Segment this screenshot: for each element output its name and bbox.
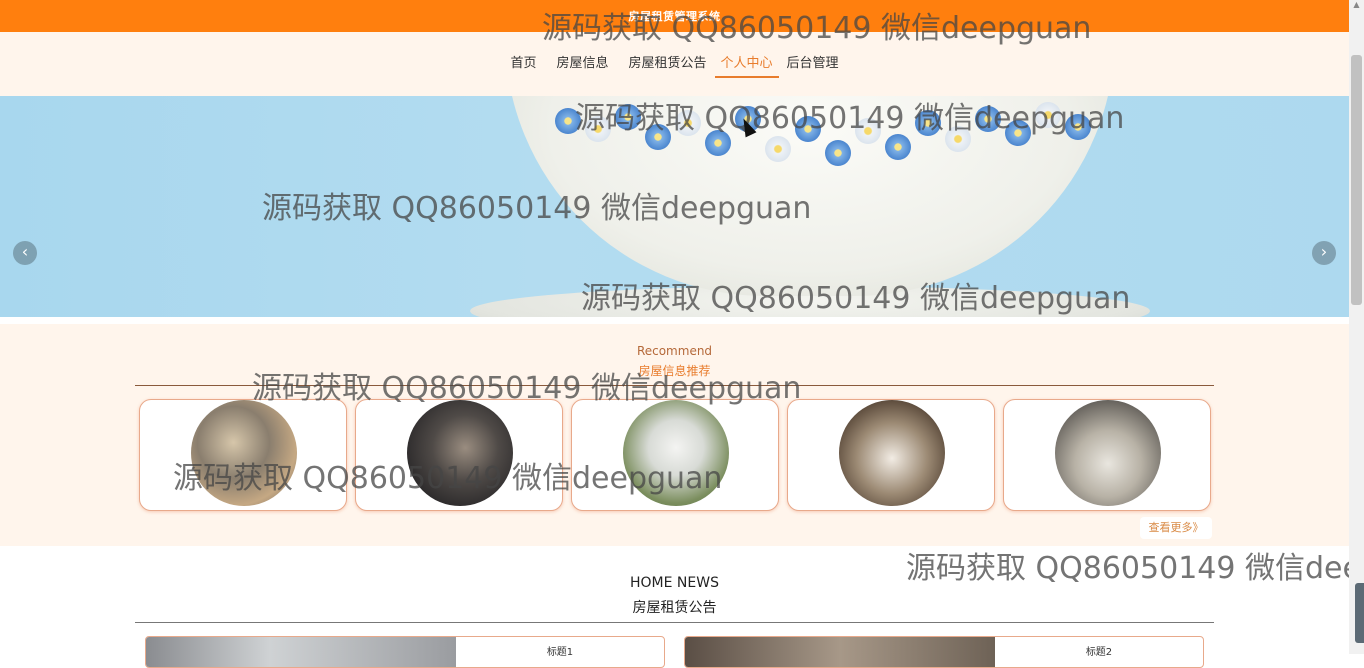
- site-title: 房屋租赁管理系统: [628, 10, 721, 23]
- scroll-up-arrow-icon[interactable]: ▲: [1349, 0, 1364, 14]
- news-title-cn: 房屋租赁公告: [632, 600, 717, 616]
- news-card[interactable]: 标题2: [684, 636, 1204, 668]
- watermark: 源码获取 QQ86050149 微信deepguan: [906, 551, 1364, 583]
- recommend-divider: [135, 385, 1214, 386]
- nav-item-admin[interactable]: 后台管理: [777, 56, 849, 78]
- watermark-clip: 源码获取 QQ86050149 微信deepguan: [906, 543, 1364, 583]
- chevron-right-icon: ›: [1320, 242, 1328, 261]
- nav-item-house-info[interactable]: 房屋信息: [546, 56, 618, 78]
- nav-item-rental-notice[interactable]: 房屋租赁公告: [618, 56, 716, 78]
- house-image[interactable]: [191, 400, 297, 506]
- house-image[interactable]: [407, 400, 513, 506]
- chevron-left-icon: ‹: [21, 242, 29, 261]
- carousel-prev-button[interactable]: ‹: [13, 241, 37, 265]
- nav-item-personal-center[interactable]: 个人中心: [714, 56, 779, 78]
- view-more-button[interactable]: 查看更多》: [1140, 517, 1212, 539]
- vertical-scrollbar[interactable]: ▲: [1349, 0, 1364, 654]
- house-image[interactable]: [839, 400, 945, 506]
- banner-flowers-graphic: [545, 96, 1105, 176]
- house-card[interactable]: [787, 399, 995, 511]
- news-image[interactable]: [685, 637, 995, 667]
- news-item-title[interactable]: 标题2: [995, 643, 1203, 658]
- scrollbar-thumb[interactable]: [1351, 55, 1362, 305]
- news-item-title[interactable]: 标题1: [456, 643, 664, 658]
- house-image[interactable]: [1055, 400, 1161, 506]
- carousel-next-button[interactable]: ›: [1312, 241, 1336, 265]
- house-card[interactable]: [355, 399, 563, 511]
- recommend-section: Recommend 房屋信息推荐 查看更多》: [0, 324, 1349, 546]
- house-card[interactable]: [139, 399, 347, 511]
- main-nav: 首页 房屋信息 房屋租赁公告 个人中心 后台管理: [0, 32, 1349, 96]
- side-floating-widget[interactable]: [1355, 583, 1364, 643]
- banner-carousel[interactable]: ‹ ›: [0, 96, 1349, 317]
- house-card[interactable]: [571, 399, 779, 511]
- house-image[interactable]: [623, 400, 729, 506]
- recommend-title-cn: 房屋信息推荐: [638, 364, 711, 378]
- news-divider: [135, 622, 1214, 623]
- nav-links: 首页 房屋信息 房屋租赁公告 个人中心 后台管理: [0, 56, 1349, 78]
- recommend-title-en: Recommend: [636, 344, 713, 358]
- top-bar: 房屋租赁管理系统: [0, 0, 1349, 32]
- house-card[interactable]: [1003, 399, 1211, 511]
- news-image[interactable]: [146, 637, 456, 667]
- nav-item-home[interactable]: 首页: [500, 56, 546, 78]
- news-card[interactable]: 标题1: [145, 636, 665, 668]
